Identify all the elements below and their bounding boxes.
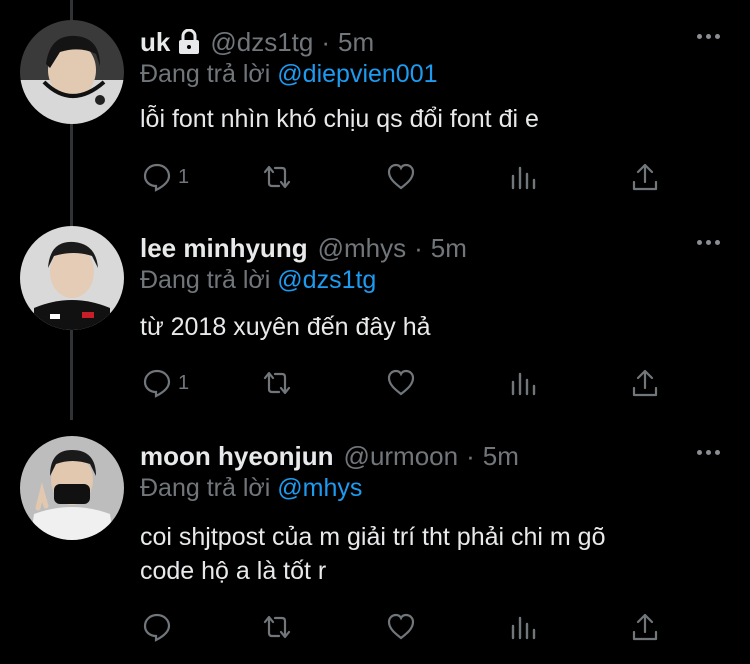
- analytics-icon: [511, 616, 536, 640]
- analytics-icon: [511, 372, 536, 396]
- handle[interactable]: @dzs1tg: [210, 27, 313, 58]
- more-options-icon[interactable]: [697, 34, 720, 39]
- timestamp[interactable]: 5m: [483, 441, 519, 472]
- like-button[interactable]: [386, 368, 416, 398]
- views-button[interactable]: [508, 368, 538, 398]
- reply-icon: [143, 369, 171, 398]
- reply-button[interactable]: 1: [142, 368, 189, 398]
- replying-to: Đang trả lời @dzs1tg: [140, 266, 376, 295]
- mention-link[interactable]: @diepvien001: [277, 60, 437, 88]
- tweet-text: từ 2018 xuyên đến đây hả: [140, 313, 431, 341]
- tweet-actions: [140, 612, 680, 652]
- reply-count: 1: [178, 165, 190, 188]
- tweet-header: uk @dzs1tg · 5m: [140, 22, 374, 62]
- share-icon: [632, 613, 658, 641]
- tweet[interactable]: uk @dzs1tg · 5m Đang trả lời @diepvien00…: [0, 20, 750, 220]
- retweet-icon: [263, 615, 291, 639]
- handle[interactable]: @urmoon: [344, 441, 459, 472]
- timestamp[interactable]: 5m: [431, 233, 467, 264]
- display-name[interactable]: moon hyeonjun: [140, 441, 334, 472]
- replying-to: Đang trả lời @mhys: [140, 474, 362, 503]
- display-name[interactable]: uk: [140, 27, 170, 58]
- tweet-header: lee minhyung @mhys · 5m: [140, 228, 467, 268]
- mention-link[interactable]: @dzs1tg: [277, 266, 376, 294]
- tweet-text-line: code hộ a là tốt r: [140, 557, 327, 585]
- tweet-text-line: coi shjtpost của m giải trí tht phải chi…: [140, 523, 606, 551]
- retweet-button[interactable]: [262, 162, 292, 192]
- retweet-icon: [263, 371, 291, 395]
- analytics-icon: [511, 166, 536, 190]
- share-icon: [632, 369, 658, 397]
- share-button[interactable]: [630, 368, 660, 398]
- like-button[interactable]: [386, 612, 416, 642]
- tweet-actions: 1: [140, 368, 680, 408]
- tweet-text: coi shjtpost của m giải trí tht phải chi…: [140, 520, 720, 588]
- tweet[interactable]: moon hyeonjun @urmoon · 5m Đang trả lời …: [0, 436, 750, 664]
- tweet-actions: 1: [140, 162, 680, 202]
- reply-button[interactable]: [142, 612, 178, 642]
- avatar[interactable]: [20, 436, 124, 540]
- share-button[interactable]: [630, 162, 660, 192]
- tweet[interactable]: lee minhyung @mhys · 5m Đang trả lời @dz…: [0, 226, 750, 426]
- reply-icon: [143, 163, 171, 192]
- views-button[interactable]: [508, 612, 538, 642]
- reply-icon: [143, 613, 171, 642]
- share-button[interactable]: [630, 612, 660, 642]
- separator-dot: ·: [321, 26, 331, 57]
- heart-icon: [387, 613, 415, 640]
- more-options-icon[interactable]: [697, 450, 720, 455]
- avatar[interactable]: [20, 20, 124, 124]
- reply-count: 1: [178, 371, 190, 394]
- reply-button[interactable]: 1: [142, 162, 189, 192]
- avatar[interactable]: [20, 226, 124, 330]
- retweet-button[interactable]: [262, 612, 292, 642]
- lock-icon: [178, 29, 200, 55]
- replying-label: Đang trả lời: [140, 266, 271, 294]
- heart-icon: [387, 369, 415, 396]
- heart-icon: [387, 163, 415, 190]
- more-options-icon[interactable]: [697, 240, 720, 245]
- replying-to: Đang trả lời @diepvien001: [140, 60, 438, 89]
- views-button[interactable]: [508, 162, 538, 192]
- separator-dot: ·: [466, 440, 475, 471]
- tweet-text: lỗi font nhìn khó chịu qs đổi font đi e: [140, 105, 539, 133]
- retweet-button[interactable]: [262, 368, 292, 398]
- like-button[interactable]: [386, 162, 416, 192]
- tweet-header: moon hyeonjun @urmoon · 5m: [140, 436, 519, 476]
- timestamp[interactable]: 5m: [338, 27, 374, 58]
- mention-link[interactable]: @mhys: [277, 474, 362, 502]
- replying-label: Đang trả lời: [140, 60, 271, 88]
- display-name[interactable]: lee minhyung: [140, 233, 308, 264]
- handle[interactable]: @mhys: [318, 233, 407, 264]
- retweet-icon: [263, 165, 291, 189]
- replying-label: Đang trả lời: [140, 474, 271, 502]
- separator-dot: ·: [414, 232, 423, 263]
- share-icon: [632, 163, 658, 191]
